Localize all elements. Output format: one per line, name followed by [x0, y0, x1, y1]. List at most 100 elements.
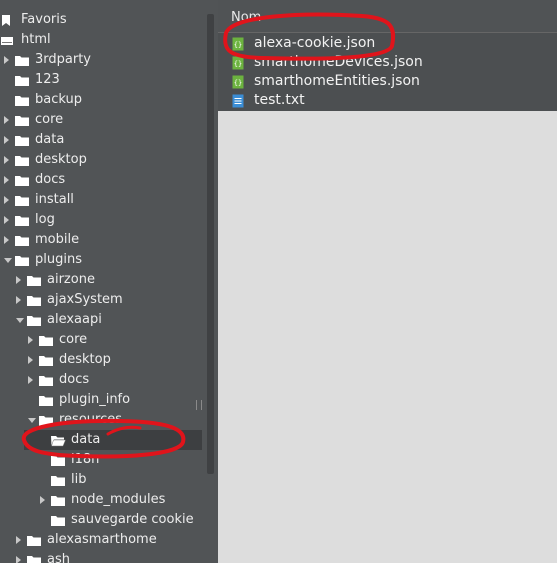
- expand-arrow-right-icon[interactable]: [4, 176, 9, 184]
- file-list: {} alexa-cookie.json {} smarthomeDevices.js…: [218, 33, 557, 111]
- folder-icon: [39, 356, 53, 366]
- folder-icon: [15, 96, 29, 106]
- column-header-name[interactable]: Nom: [231, 10, 261, 25]
- tree-item-label: desktop: [59, 352, 111, 367]
- drive-icon: [1, 37, 13, 45]
- file-name: smarthomeDevices.json: [254, 54, 423, 70]
- expand-arrow-right-icon[interactable]: [16, 536, 21, 544]
- folder-icon: [27, 276, 41, 286]
- tree-item[interactable]: install: [0, 190, 206, 210]
- tree-item-label: node_modules: [71, 492, 166, 507]
- folder-icon: [15, 236, 29, 246]
- expand-arrow-right-icon[interactable]: [4, 56, 9, 64]
- tree-item[interactable]: html: [0, 30, 206, 50]
- tree-item-label: install: [35, 192, 74, 207]
- tree-item[interactable]: desktop: [0, 150, 206, 170]
- svg-text:{}: {}: [234, 79, 242, 87]
- tree-item[interactable]: data: [0, 430, 206, 450]
- folder-icon: [15, 196, 29, 206]
- folder-icon: [15, 216, 29, 226]
- tree-item[interactable]: sauvegarde cookie: [0, 510, 206, 530]
- tree-item[interactable]: data: [0, 130, 206, 150]
- tree-item-label: ash: [47, 552, 70, 563]
- expand-arrow-right-icon[interactable]: [40, 496, 45, 504]
- tree-item[interactable]: docs: [0, 370, 206, 390]
- tree-item-label: plugin_info: [59, 392, 131, 407]
- tree-item[interactable]: docs: [0, 170, 206, 190]
- tree-item[interactable]: alexaapi: [0, 310, 206, 330]
- expand-arrow-right-icon[interactable]: [4, 136, 9, 144]
- tree-item[interactable]: lib: [0, 470, 206, 490]
- expand-arrow-right-icon[interactable]: [4, 196, 9, 204]
- folder-icon: [15, 56, 29, 66]
- tree-item[interactable]: log: [0, 210, 206, 230]
- tree-item[interactable]: resources: [0, 410, 206, 430]
- expand-arrow-right-icon[interactable]: [16, 556, 21, 563]
- tree-item[interactable]: core: [0, 330, 206, 350]
- tree-item-label: alexasmarthome: [47, 532, 157, 547]
- expand-arrow-right-icon[interactable]: [4, 216, 9, 224]
- tree-item[interactable]: 123: [0, 70, 206, 90]
- folder-icon: [15, 76, 29, 86]
- file-list-panel: Nom {} alexa-cookie.json {} smarthomeDevice…: [218, 0, 557, 563]
- expand-arrow-right-icon[interactable]: [16, 296, 21, 304]
- file-row[interactable]: {} smarthomeEntities.json: [218, 72, 557, 91]
- tree-item[interactable]: core: [0, 110, 206, 130]
- tree-item-label: 123: [35, 72, 60, 87]
- json-file-icon: {}: [232, 56, 244, 70]
- folder-icon: [15, 176, 29, 186]
- expand-arrow-right-icon[interactable]: [16, 276, 21, 284]
- folder-icon: [39, 396, 53, 406]
- tree-item-label: docs: [35, 172, 66, 187]
- expand-arrow-down-icon[interactable]: [4, 258, 12, 263]
- tree-item[interactable]: alexasmarthome: [0, 530, 206, 550]
- tree-item-label: resources: [59, 412, 123, 427]
- tree-item[interactable]: plugins: [0, 250, 206, 270]
- folder-icon: [39, 336, 53, 346]
- tree-item[interactable]: plugin_info: [0, 390, 206, 410]
- tree-item-label: backup: [35, 92, 82, 107]
- tree-item[interactable]: ajaxSystem: [0, 290, 206, 310]
- tree-item[interactable]: mobile: [0, 230, 206, 250]
- tree-item-label: 3rdparty: [35, 52, 91, 67]
- tree-item-label: docs: [59, 372, 90, 387]
- expand-arrow-right-icon[interactable]: [4, 156, 9, 164]
- bookmark-icon: [2, 15, 10, 26]
- folder-icon: [27, 296, 41, 306]
- tree-item[interactable]: desktop: [0, 350, 206, 370]
- tree-scrollbar[interactable]: [207, 14, 214, 474]
- text-file-icon: [232, 94, 244, 108]
- tree-item[interactable]: backup: [0, 90, 206, 110]
- folder-icon: [51, 456, 65, 466]
- tree-item[interactable]: i18n: [0, 450, 206, 470]
- file-row[interactable]: {} smarthomeDevices.json: [218, 53, 557, 72]
- folder-open-icon: [51, 436, 66, 447]
- file-name: smarthomeEntities.json: [254, 73, 420, 89]
- expand-arrow-right-icon[interactable]: [4, 116, 9, 124]
- tree-item-label: data: [71, 432, 101, 447]
- tree-item[interactable]: Favoris: [0, 10, 206, 30]
- expand-arrow-right-icon[interactable]: [4, 236, 9, 244]
- folder-icon: [51, 516, 65, 526]
- column-header: Nom: [218, 0, 557, 33]
- file-row[interactable]: {} alexa-cookie.json: [218, 34, 557, 53]
- folder-icon: [15, 136, 29, 146]
- tree-item[interactable]: airzone: [0, 270, 206, 290]
- expand-arrow-down-icon[interactable]: [28, 418, 36, 423]
- expand-arrow-right-icon[interactable]: [28, 336, 33, 344]
- folder-icon: [15, 156, 29, 166]
- file-row[interactable]: test.txt: [218, 91, 557, 110]
- tree-item[interactable]: node_modules: [0, 490, 206, 510]
- expand-arrow-down-icon[interactable]: [16, 318, 24, 323]
- tree-item-label: html: [21, 32, 51, 47]
- svg-text:{}: {}: [234, 41, 242, 49]
- expand-arrow-right-icon[interactable]: [28, 356, 33, 364]
- json-file-icon: {}: [232, 37, 244, 51]
- expand-arrow-right-icon[interactable]: [28, 376, 33, 384]
- tree-item[interactable]: 3rdparty: [0, 50, 206, 70]
- file-manager-window: Favoris html 3rdparty 123 backup core data desk…: [0, 0, 557, 563]
- tree-item[interactable]: ash: [0, 550, 206, 563]
- tree-item-label: ajaxSystem: [47, 292, 123, 307]
- tree-resize-grip[interactable]: [196, 400, 202, 410]
- tree-item-label: i18n: [71, 452, 100, 467]
